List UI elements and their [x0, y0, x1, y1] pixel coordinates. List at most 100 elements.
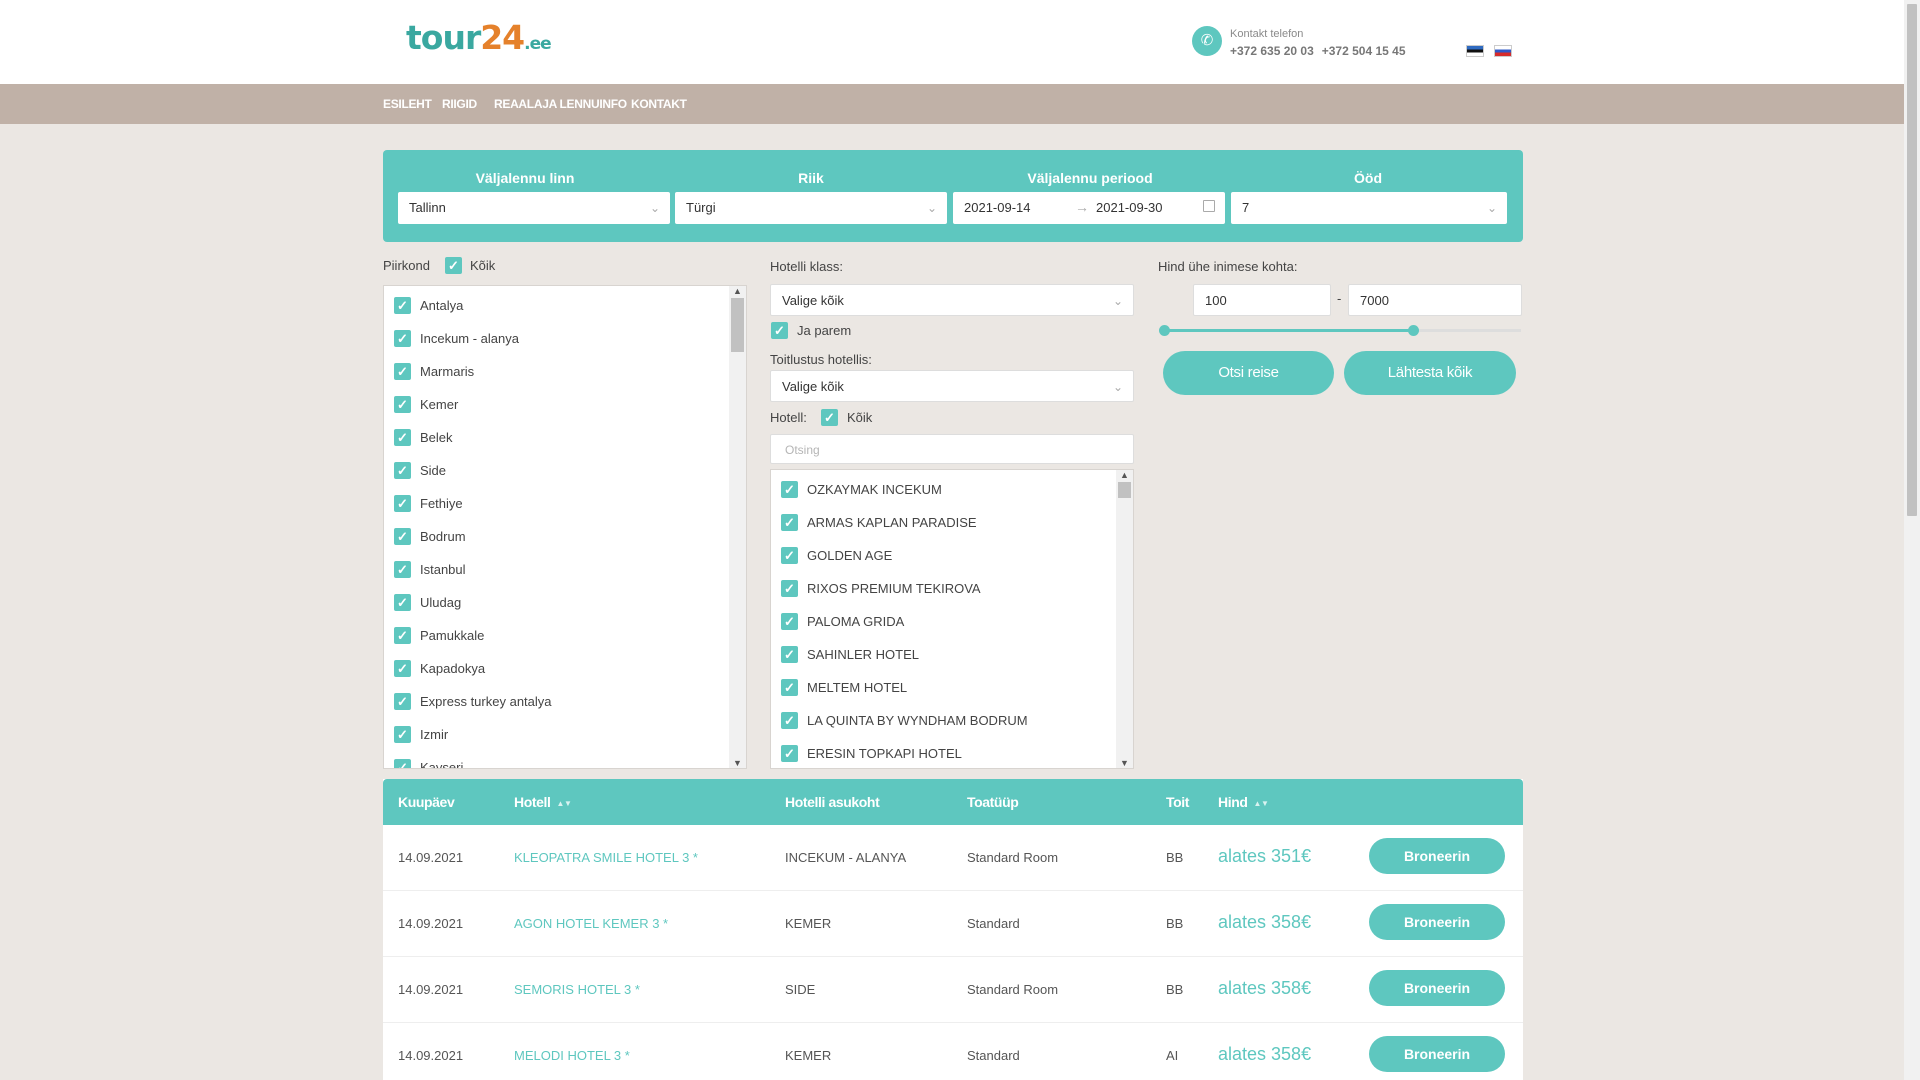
region-checkbox[interactable]: ✓ [394, 594, 411, 611]
result-hotel-link[interactable]: SEMORIS HOTEL 3 * [514, 982, 640, 997]
column-header-room: Toatüüp [967, 794, 1019, 810]
scroll-down-icon[interactable]: ▼ [729, 758, 746, 768]
book-button[interactable]: Broneerin [1369, 904, 1505, 940]
sort-icon[interactable]: ▲▼ [1254, 799, 1269, 808]
hotel-list-scrollbar-thumb[interactable] [1118, 482, 1131, 498]
region-checkbox[interactable]: ✓ [394, 660, 411, 677]
language-estonian-flag-icon[interactable] [1466, 45, 1484, 57]
region-list: ✓ Kayseri ✓ Izmir ✓ Express turkey antalya ✓ Ka… [383, 285, 747, 769]
date-from-value[interactable]: 2021-09-14 [964, 200, 1031, 215]
region-checkbox[interactable]: ✓ [394, 693, 411, 710]
date-to-value[interactable]: 2021-09-30 [1096, 200, 1163, 215]
nav-item-riigid[interactable]: RIIGID [442, 97, 477, 111]
region-checkbox[interactable]: ✓ [394, 528, 411, 545]
price-slider[interactable] [1159, 325, 1521, 336]
hotel-class-select[interactable]: Valige kõik ⌄ [770, 284, 1134, 316]
price-min-input[interactable]: 100 [1193, 284, 1331, 316]
phone-number-2[interactable]: +372 504 15 45 [1322, 44, 1406, 58]
region-checkbox[interactable]: ✓ [394, 297, 411, 314]
result-price: alates 358€ [1218, 978, 1312, 998]
hotel-checkbox[interactable]: ✓ [781, 481, 798, 498]
region-item-label: Side [420, 463, 447, 478]
hotel-checkbox[interactable]: ✓ [781, 547, 798, 564]
result-room-type: Standard Room [967, 982, 1059, 997]
sort-icon[interactable]: ▲▼ [557, 799, 572, 808]
region-item-label: Kayseri [420, 760, 464, 769]
region-checkbox[interactable]: ✓ [394, 330, 411, 347]
hotel-checkbox[interactable]: ✓ [781, 679, 798, 696]
region-item-label: Marmaris [420, 364, 475, 379]
chevron-down-icon: ⌄ [1112, 380, 1123, 394]
book-button[interactable]: Broneerin [1369, 1036, 1505, 1072]
reset-all-button[interactable]: Lähtesta kõik [1344, 351, 1516, 395]
departure-period-range[interactable]: 2021-09-14 → 2021-09-30 [953, 192, 1225, 224]
nav-item-lennuinfo[interactable]: REAALAJA LENNUINFO [494, 97, 627, 111]
book-button[interactable]: Broneerin [1369, 970, 1505, 1006]
phone-number-1[interactable]: +372 635 20 03 [1230, 44, 1314, 58]
hotel-checkbox[interactable]: ✓ [781, 613, 798, 630]
calendar-icon[interactable] [1203, 200, 1215, 212]
better-class-checkbox[interactable]: ✓ [771, 322, 788, 339]
hotel-all-checkbox[interactable]: ✓ [821, 409, 838, 426]
hotel-checkbox[interactable]: ✓ [781, 514, 798, 531]
region-checkbox[interactable]: ✓ [394, 396, 411, 413]
hotel-checkbox[interactable]: ✓ [781, 712, 798, 729]
contact-label: Kontakt telefon [1230, 28, 1304, 40]
country-select[interactable]: Türgi ⌄ [675, 192, 947, 224]
departure-city-select[interactable]: Tallinn ⌄ [398, 192, 670, 224]
nav-item-kontakt[interactable]: KONTAKT [631, 97, 687, 111]
region-all-checkbox[interactable]: ✓ [445, 257, 462, 274]
search-trips-button[interactable]: Otsi reise [1163, 351, 1334, 395]
result-hotel-link[interactable]: KLEOPATRA SMILE HOTEL 3 * [514, 850, 698, 865]
scroll-up-icon[interactable]: ▲ [729, 286, 746, 296]
scroll-down-icon[interactable]: ▼ [1116, 758, 1133, 768]
region-checkbox[interactable]: ✓ [394, 495, 411, 512]
region-checkbox[interactable]: ✓ [394, 726, 411, 743]
region-checkbox[interactable]: ✓ [394, 561, 411, 578]
table-row: 14.09.2021 AGON HOTEL KEMER 3 * KEMER Stand… [383, 891, 1523, 957]
hotel-item-label: RIXOS PREMIUM TEKIROVA [807, 581, 981, 596]
hotel-checkbox[interactable]: ✓ [781, 580, 798, 597]
language-russian-flag-icon[interactable] [1494, 45, 1512, 57]
region-checkbox[interactable]: ✓ [394, 627, 411, 644]
result-hotel-link[interactable]: MELODI HOTEL 3 * [514, 1048, 630, 1063]
region-checkbox[interactable]: ✓ [394, 759, 411, 768]
region-list-scrollbar-thumb[interactable] [731, 298, 744, 352]
hotel-search-input[interactable]: Otsing [770, 434, 1134, 464]
nights-select[interactable]: 7 ⌄ [1231, 192, 1507, 224]
departure-city-value: Tallinn [409, 200, 446, 215]
book-button[interactable]: Broneerin [1369, 838, 1505, 874]
hotel-list-scrollbar[interactable]: ▲ ▼ [1116, 470, 1133, 768]
hotel-class-value: Valige kõik [782, 293, 844, 308]
price-slider-max-handle[interactable] [1408, 325, 1419, 336]
region-item-label: Belek [420, 430, 453, 445]
region-list-scrollbar[interactable]: ▲ ▼ [729, 286, 746, 768]
result-date: 14.09.2021 [398, 982, 464, 997]
hotel-item-label: GOLDEN AGE [807, 548, 893, 563]
hotel-item-label: ARMAS KAPLAN PARADISE [807, 515, 977, 530]
meal-select[interactable]: Valige kõik ⌄ [770, 370, 1134, 402]
scroll-up-icon[interactable]: ▲ [1116, 470, 1133, 480]
hotel-all-label: Kõik [847, 410, 873, 425]
region-checkbox[interactable]: ✓ [394, 462, 411, 479]
region-checkbox[interactable]: ✓ [394, 429, 411, 446]
hotel-checkbox[interactable]: ✓ [781, 745, 798, 762]
nav-item-esileht[interactable]: ESILEHT [383, 97, 432, 111]
hotel-checkbox[interactable]: ✓ [781, 646, 798, 663]
column-header-hotel[interactable]: Hotell ▲▼ [514, 794, 572, 810]
page-scrollbar[interactable] [1904, 0, 1920, 1080]
region-checkbox[interactable]: ✓ [394, 363, 411, 380]
price-max-input[interactable]: 7000 [1348, 284, 1522, 316]
page-scrollbar-thumb[interactable] [1907, 4, 1917, 516]
country-label: Riik [798, 170, 824, 186]
column-header-price[interactable]: Hind ▲▼ [1218, 794, 1269, 810]
hotel-list: ✓ ERESIN TOPKAPI HOTEL ✓ LA QUINTA BY WYNDH… [770, 469, 1134, 769]
chevron-down-icon: ⌄ [649, 201, 660, 215]
region-label: Piirkond [383, 258, 430, 273]
site-logo[interactable]: tour24.ee [406, 18, 552, 57]
price-slider-min-handle[interactable] [1159, 325, 1170, 336]
result-location: SIDE [785, 982, 816, 997]
hotel-item-label: ERESIN TOPKAPI HOTEL [807, 746, 962, 761]
hotel-label: Hotell: [770, 410, 807, 425]
result-hotel-link[interactable]: AGON HOTEL KEMER 3 * [514, 916, 668, 931]
